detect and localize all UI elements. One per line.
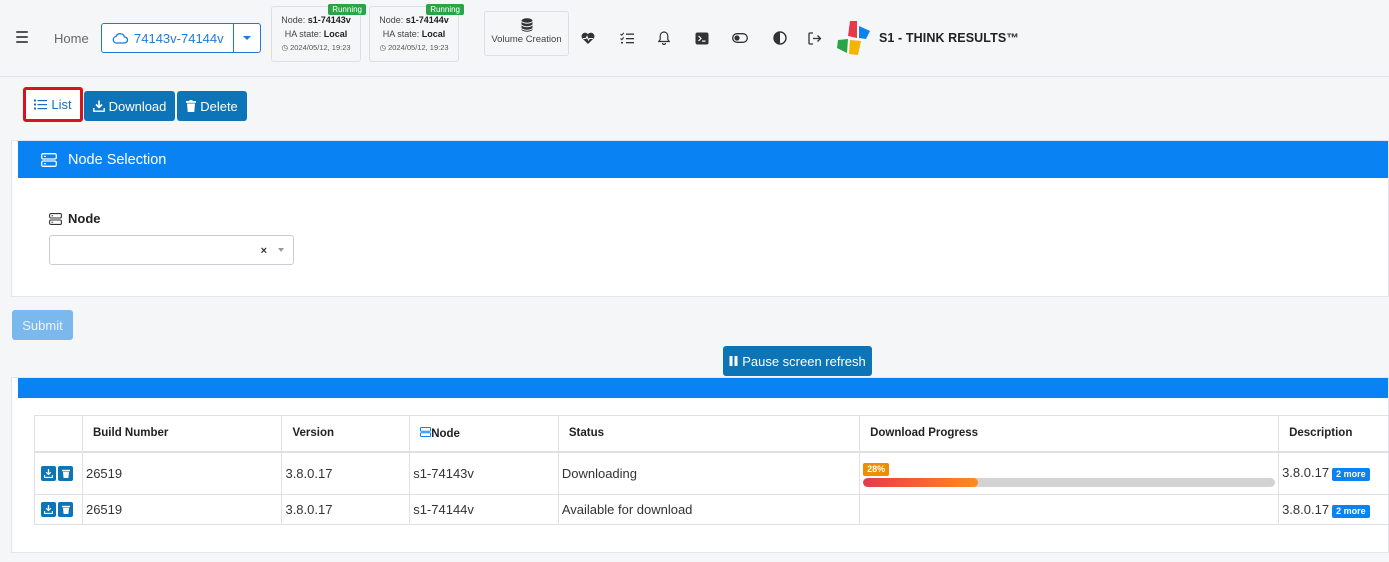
toggle-icon[interactable] bbox=[732, 30, 748, 46]
build-number-cell: 26519 bbox=[81, 494, 283, 525]
table-row: 26519 3.8.0.17 s1-74144v Available for d… bbox=[34, 494, 1389, 525]
download-progress-cell: 28% bbox=[859, 451, 1280, 495]
list-icon bbox=[34, 99, 48, 110]
node-field-label: Node bbox=[49, 211, 101, 226]
progress-bar-fill bbox=[863, 477, 979, 487]
running-badge: Running bbox=[328, 4, 366, 15]
col-actions bbox=[34, 415, 83, 453]
download-progress-cell bbox=[859, 494, 1280, 525]
home-link[interactable]: Home bbox=[54, 31, 89, 46]
task-list-icon[interactable] bbox=[619, 30, 635, 46]
terminal-icon[interactable] bbox=[694, 30, 710, 46]
status-cell: Downloading bbox=[557, 451, 861, 495]
heart-pulse-icon[interactable] bbox=[580, 30, 596, 46]
download-icon bbox=[92, 100, 105, 112]
node-line: Node: s1-74144v bbox=[379, 15, 449, 25]
volume-creation-label: Volume Creation bbox=[491, 34, 562, 45]
server-icon bbox=[49, 212, 62, 225]
node-cell: s1-74144v bbox=[409, 494, 559, 525]
trash-icon bbox=[186, 100, 197, 112]
cluster-name: 74143v-74144v bbox=[134, 30, 224, 46]
builds-panel-header bbox=[18, 378, 1388, 398]
table-row: 26519 3.8.0.17 s1-74143v Downloading 28%… bbox=[34, 451, 1389, 495]
table-header-row: Build Number Version Node Status Downloa… bbox=[34, 415, 1389, 453]
server-icon bbox=[420, 426, 432, 437]
version-cell: 3.8.0.17 bbox=[281, 451, 411, 495]
more-badge[interactable]: 2 more bbox=[1332, 468, 1370, 482]
bell-icon[interactable] bbox=[656, 30, 672, 46]
node-name: s1-74143v bbox=[307, 15, 351, 25]
submit-button[interactable]: Submit bbox=[12, 310, 73, 340]
row-download-icon[interactable] bbox=[41, 465, 56, 481]
logout-icon[interactable] bbox=[807, 30, 823, 46]
cluster-selector[interactable]: 74143v-74144v bbox=[101, 23, 261, 53]
description-cell: 3.8.0.17 2 more bbox=[1278, 494, 1389, 525]
database-icon bbox=[521, 18, 532, 32]
description-cell: 3.8.0.17 2 more bbox=[1278, 451, 1389, 495]
node-timestamp: ◷ 2024/05/12, 19:23 bbox=[379, 43, 449, 52]
node-name: s1-74144v bbox=[405, 15, 449, 25]
version-cell: 3.8.0.17 bbox=[281, 494, 411, 525]
list-button[interactable]: List bbox=[23, 87, 83, 122]
clock-icon: ◷ bbox=[281, 43, 291, 52]
node-status-card[interactable]: Running Node: s1-74143v HA state: Local … bbox=[271, 4, 366, 62]
delete-button[interactable]: Delete bbox=[177, 91, 247, 121]
download-button-label: Download bbox=[108, 98, 167, 114]
node-selection-header: Node Selection bbox=[18, 141, 1388, 178]
ha-state: Local bbox=[323, 29, 348, 39]
node-select-input[interactable]: × bbox=[49, 235, 294, 265]
s1-logo-icon bbox=[837, 21, 870, 55]
col-download-progress[interactable]: Download Progress bbox=[859, 415, 1280, 453]
chevron-down-icon bbox=[243, 36, 251, 40]
menu-icon[interactable] bbox=[16, 31, 28, 43]
chevron-down-icon[interactable] bbox=[278, 248, 284, 252]
cloud-icon bbox=[112, 33, 128, 44]
download-button[interactable]: Download bbox=[84, 91, 175, 121]
node-status-card[interactable]: Running Node: s1-74144v HA state: Local … bbox=[369, 4, 464, 62]
row-delete-icon[interactable] bbox=[58, 502, 73, 517]
row-delete-icon[interactable] bbox=[58, 465, 73, 481]
submit-button-label: Submit bbox=[22, 317, 63, 333]
brand: S1 - THINK RESULTS™ bbox=[836, 20, 1019, 56]
volume-creation-button[interactable]: Volume Creation bbox=[484, 11, 569, 56]
clear-icon[interactable]: × bbox=[261, 245, 267, 257]
node-timestamp: ◷ 2024/05/12, 19:23 bbox=[281, 43, 351, 52]
pause-refresh-label: Pause screen refresh bbox=[742, 353, 866, 369]
brand-name: S1 - THINK RESULTS™ bbox=[879, 31, 1019, 45]
col-node[interactable]: Node bbox=[409, 415, 559, 453]
cluster-selector-main[interactable]: 74143v-74144v bbox=[102, 24, 233, 52]
progress-percent-badge: 28% bbox=[863, 462, 890, 476]
pause-refresh-button[interactable]: Pause screen refresh bbox=[723, 346, 872, 376]
list-button-label: List bbox=[51, 97, 72, 112]
contrast-icon[interactable] bbox=[772, 30, 788, 46]
col-build-number[interactable]: Build Number bbox=[81, 415, 283, 453]
progress-bar bbox=[863, 477, 1276, 487]
clock-icon: ◷ bbox=[379, 43, 389, 52]
builds-panel: Build Number Version Node Status Downloa… bbox=[11, 377, 1389, 553]
more-badge[interactable]: 2 more bbox=[1332, 504, 1370, 518]
node-selection-title: Node Selection bbox=[68, 151, 167, 168]
ha-line: HA state: Local bbox=[382, 29, 446, 39]
pause-icon bbox=[729, 356, 738, 366]
delete-button-label: Delete bbox=[200, 98, 238, 114]
col-status[interactable]: Status bbox=[557, 415, 861, 453]
cluster-dropdown-toggle[interactable] bbox=[233, 24, 260, 52]
top-navbar: Home 74143v-74144v Running Node: s1-7414… bbox=[0, 0, 1389, 77]
row-actions bbox=[34, 494, 83, 525]
server-icon bbox=[41, 152, 57, 167]
row-download-icon[interactable] bbox=[41, 502, 56, 517]
ha-state: Local bbox=[421, 29, 446, 39]
node-cell: s1-74143v bbox=[409, 451, 559, 495]
build-number-cell: 26519 bbox=[81, 451, 283, 495]
ha-line: HA state: Local bbox=[284, 29, 348, 39]
col-description[interactable]: Description bbox=[1278, 415, 1389, 453]
status-cell: Available for download bbox=[557, 494, 861, 525]
col-version[interactable]: Version bbox=[281, 415, 411, 453]
running-badge: Running bbox=[426, 4, 464, 15]
node-selection-panel: Node Selection Node × bbox=[11, 140, 1389, 297]
row-actions bbox=[34, 451, 83, 495]
builds-table: Build Number Version Node Status Downloa… bbox=[34, 415, 1389, 525]
node-line: Node: s1-74143v bbox=[281, 15, 351, 25]
